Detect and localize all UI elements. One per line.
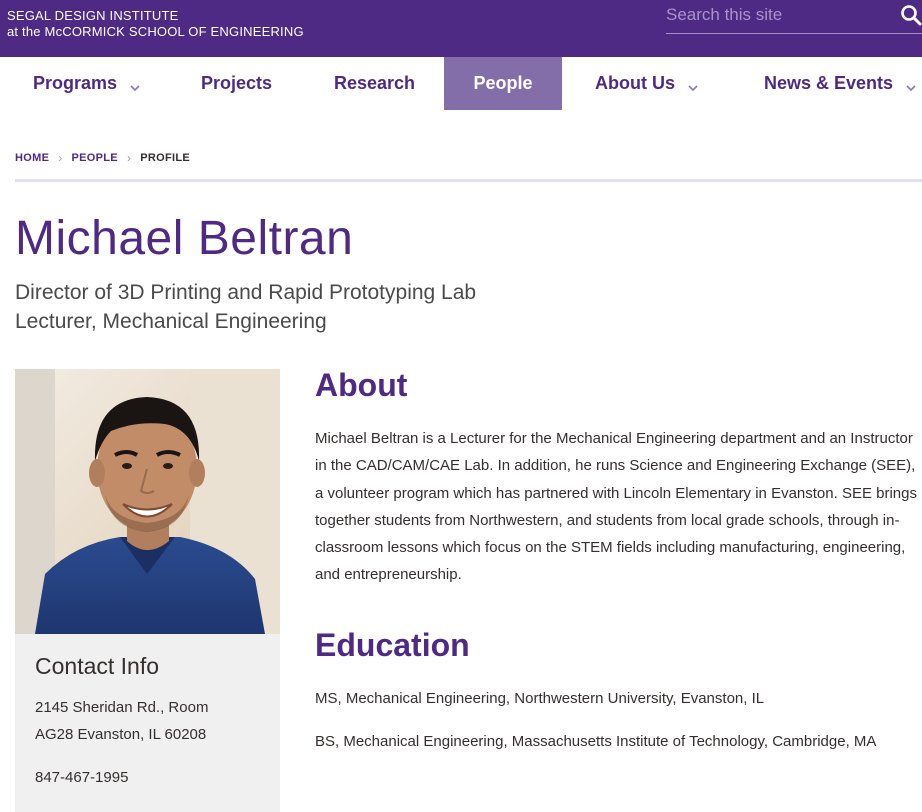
contact-address-line-2: AG28 Evanston, IL 60208 <box>35 726 207 743</box>
chevron-right-icon: › <box>126 151 132 165</box>
search-input[interactable] <box>666 3 896 27</box>
nav-item-label: About Us <box>595 73 675 93</box>
contact-heading: Contact Info <box>35 653 160 679</box>
nav-item-label: Projects <box>201 73 273 93</box>
site-header: SEGAL DESIGN INSTITUTE at the McCORMICK … <box>0 0 922 57</box>
site-brand[interactable]: SEGAL DESIGN INSTITUTE at the McCORMICK … <box>7 8 304 40</box>
profile-photo <box>15 369 280 634</box>
main-nav: Programs Projects Research People About … <box>0 57 922 110</box>
breadcrumb-current: PROFILE <box>140 152 191 164</box>
contact-address-line-1: 2145 Sheridan Rd., Room <box>35 699 209 716</box>
nav-item-people[interactable]: People <box>444 57 562 110</box>
profile-title-2: Lecturer, Mechanical Engineering <box>15 310 327 333</box>
brand-line-1[interactable]: SEGAL DESIGN INSTITUTE <box>7 8 304 24</box>
education-item: BS, Mechanical Engineering, Massachusett… <box>315 733 877 750</box>
breadcrumb: HOME › PEOPLE › PROFILE <box>15 151 190 165</box>
nav-item-label: News & Events <box>764 73 894 93</box>
brand-line-2[interactable]: at the McCORMICK SCHOOL OF ENGINEERING <box>7 24 304 40</box>
education-item: MS, Mechanical Engineering, Northwestern… <box>315 690 765 707</box>
breadcrumb-home[interactable]: HOME <box>15 152 49 164</box>
breadcrumb-people[interactable]: PEOPLE <box>72 152 118 164</box>
chevron-down-icon <box>129 78 141 91</box>
nav-item-programs[interactable]: Programs <box>33 57 141 110</box>
nav-item-about-us[interactable]: About Us <box>595 57 699 110</box>
breadcrumb-divider <box>15 179 922 182</box>
nav-item-research[interactable]: Research <box>334 57 415 110</box>
chevron-right-icon: › <box>58 151 63 165</box>
chevron-down-icon <box>905 78 917 91</box>
about-heading: About <box>315 367 408 403</box>
nav-item-news-events[interactable]: News & Events <box>764 57 917 110</box>
contact-phone[interactable]: 847-467-1995 <box>35 764 260 791</box>
nav-item-label: Research <box>334 73 416 93</box>
site-search <box>666 0 922 34</box>
nav-item-label: People <box>473 73 533 93</box>
chevron-down-icon <box>687 78 699 91</box>
contact-info-card: Contact Info 2145 Sheridan Rd., Room AG2… <box>15 634 280 812</box>
profile-title-1: Director of 3D Printing and Rapid Protot… <box>15 281 477 304</box>
page-title: Michael Beltran <box>15 212 354 265</box>
nav-item-label: Programs <box>33 73 118 93</box>
search-icon[interactable] <box>900 4 922 26</box>
nav-item-projects[interactable]: Projects <box>201 57 272 110</box>
profile-titles: Director of 3D Printing and Rapid Protot… <box>15 278 476 336</box>
about-text: Michael Beltran is a Lecturer for the Me… <box>315 430 917 584</box>
education-heading: Education <box>315 627 470 663</box>
